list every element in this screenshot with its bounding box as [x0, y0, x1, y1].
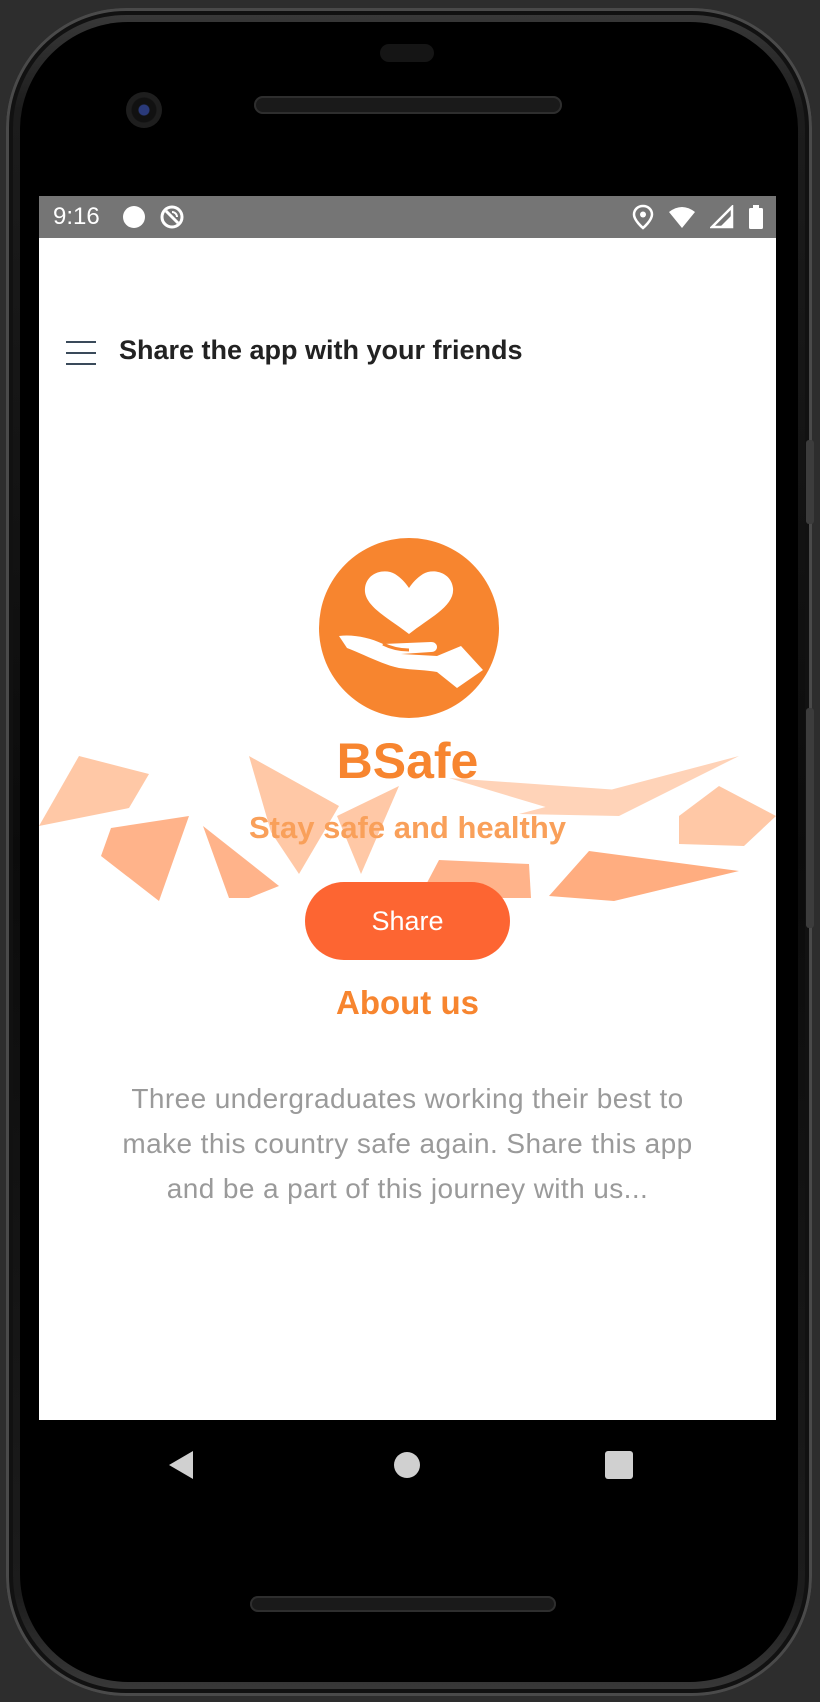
cell-signal-icon — [710, 205, 734, 229]
circle-notification-icon — [123, 206, 145, 228]
front-camera-icon — [126, 92, 162, 128]
toolbar-title: Share the app with your friends — [119, 335, 523, 365]
volume-button — [806, 440, 814, 524]
status-bar: 9:16 — [39, 196, 776, 238]
heart-in-hand-icon — [319, 538, 499, 718]
do-not-disturb-icon — [160, 205, 184, 229]
proximity-sensor — [380, 44, 434, 62]
app-screen: 9:16 Share the app with your friends BSa… — [39, 196, 776, 1420]
bottom-speaker — [250, 1596, 556, 1612]
location-icon — [632, 204, 654, 230]
about-text: Three undergraduates working their best … — [122, 1083, 693, 1204]
share-button[interactable]: Share — [305, 882, 510, 960]
tagline: Stay safe and healthy — [248, 810, 566, 845]
about-title: About us — [336, 984, 479, 1021]
square-recents-icon[interactable] — [594, 1440, 644, 1490]
triangle-back-icon[interactable] — [155, 1440, 205, 1490]
navigation-bar — [39, 1420, 776, 1510]
wifi-icon — [669, 207, 695, 228]
battery-icon — [749, 205, 763, 229]
status-time: 9:16 — [53, 203, 100, 230]
earpiece-speaker — [254, 96, 562, 114]
app-name: BSafe — [336, 733, 479, 789]
circle-home-icon[interactable] — [382, 1440, 432, 1490]
power-button — [806, 708, 814, 928]
hamburger-menu-icon[interactable] — [65, 338, 97, 368]
toolbar: Share the app with your friends — [39, 238, 776, 470]
